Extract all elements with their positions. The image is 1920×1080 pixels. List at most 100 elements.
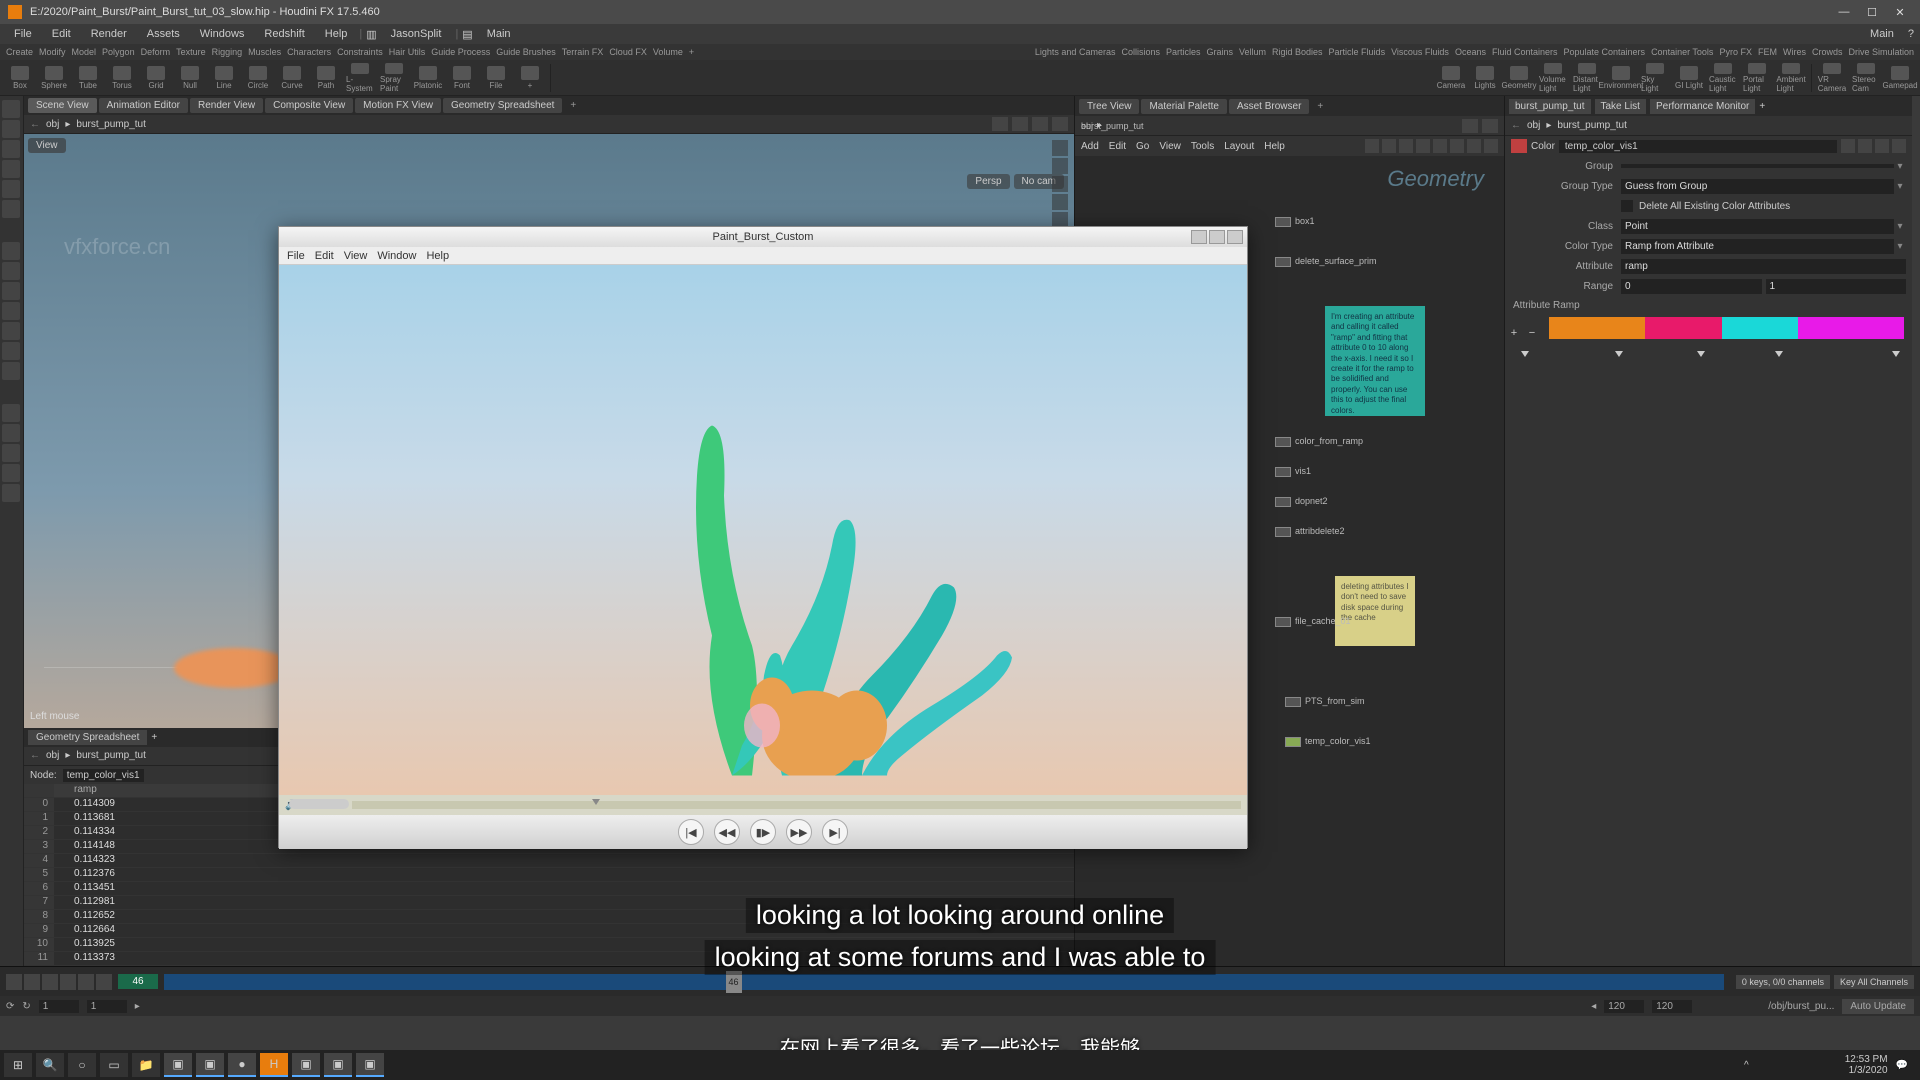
delete-checkbox[interactable] bbox=[1621, 200, 1633, 212]
play-pause-icon[interactable]: ▮▶ bbox=[750, 819, 776, 845]
menu-edit[interactable]: Edit bbox=[44, 28, 79, 40]
ramp-add-icon[interactable]: + bbox=[1505, 327, 1523, 339]
tool-gamepad[interactable]: Gamepad bbox=[1886, 63, 1914, 93]
chevron-down-icon[interactable]: ▾ bbox=[1894, 181, 1906, 192]
shelf-tab[interactable]: Guide Brushes bbox=[496, 47, 556, 57]
shelf-tab[interactable]: Container Tools bbox=[1651, 47, 1713, 57]
lasso-tool-icon[interactable] bbox=[2, 262, 20, 280]
tool-torus[interactable]: Torus bbox=[108, 63, 136, 93]
tab-asset-browser[interactable]: Asset Browser bbox=[1229, 99, 1309, 114]
tool-lsystem[interactable]: L-System bbox=[346, 63, 374, 93]
shelf-tab[interactable]: Model bbox=[72, 47, 97, 57]
mplay-titlebar[interactable]: Paint_Burst_Custom bbox=[279, 227, 1247, 247]
last-frame-icon[interactable] bbox=[96, 974, 112, 990]
crumb-node[interactable]: burst_pump_tut bbox=[1557, 120, 1627, 131]
range-min-field[interactable]: 0 bbox=[1621, 279, 1762, 294]
loop-icon[interactable]: ↻ bbox=[22, 1001, 30, 1012]
table-row[interactable]: 40.114323 bbox=[24, 854, 1074, 868]
shelf-tab[interactable]: Fluid Containers bbox=[1492, 47, 1558, 57]
shelf-tab[interactable]: Rigging bbox=[212, 47, 243, 57]
network-node[interactable]: box1 bbox=[1275, 216, 1315, 227]
shelf-tab[interactable]: Terrain FX bbox=[562, 47, 604, 57]
mplay-menu-file[interactable]: File bbox=[287, 250, 305, 262]
render-region-icon[interactable] bbox=[2, 322, 20, 340]
tab-take-list[interactable]: Take List bbox=[1595, 99, 1646, 114]
select-arrow-icon[interactable] bbox=[2, 242, 20, 260]
close-icon[interactable] bbox=[1227, 230, 1243, 244]
shelf-tab[interactable]: Wires bbox=[1783, 47, 1806, 57]
wifi-icon[interactable] bbox=[1801, 1058, 1815, 1072]
ramp-stop[interactable] bbox=[1798, 317, 1904, 339]
app-icon[interactable]: ▣ bbox=[324, 1053, 352, 1077]
shelf-tab[interactable]: Viscous Fluids bbox=[1391, 47, 1449, 57]
net-menu-add[interactable]: Add bbox=[1081, 141, 1099, 152]
tab-composite-view[interactable]: Composite View bbox=[265, 98, 353, 113]
crumb-btn-icon[interactable] bbox=[992, 117, 1008, 131]
first-frame-icon[interactable] bbox=[6, 974, 22, 990]
tool-grid[interactable]: Grid bbox=[142, 63, 170, 93]
tab-perfmon[interactable]: Performance Monitor bbox=[1650, 99, 1755, 114]
network-node[interactable]: temp_color_vis1 bbox=[1285, 736, 1371, 747]
shelf-tab[interactable]: Hair Utils bbox=[389, 47, 426, 57]
viewport-opt-icon[interactable] bbox=[1052, 158, 1068, 174]
search-icon[interactable] bbox=[1858, 139, 1872, 153]
task-view-icon[interactable]: ▭ bbox=[100, 1053, 128, 1077]
menu-file[interactable]: File bbox=[6, 28, 40, 40]
chevron-down-icon[interactable]: ▾ bbox=[1894, 241, 1906, 252]
net-opt-icon[interactable] bbox=[1365, 139, 1379, 153]
crumb-obj[interactable]: obj bbox=[46, 119, 59, 130]
snap-multi-icon[interactable] bbox=[2, 464, 20, 482]
step-fwd-icon[interactable]: ▶▶ bbox=[786, 819, 812, 845]
shelf-tab[interactable]: Muscles bbox=[248, 47, 281, 57]
net-menu-edit[interactable]: Edit bbox=[1109, 141, 1126, 152]
crumb-node[interactable]: burst_pump_tut bbox=[76, 119, 146, 130]
chevron-down-icon[interactable]: ▾ bbox=[1894, 221, 1906, 232]
menu-assets[interactable]: Assets bbox=[139, 28, 188, 40]
crumb-node[interactable]: burst_pump_tut bbox=[76, 750, 146, 761]
explorer-icon[interactable]: 📁 bbox=[132, 1053, 160, 1077]
shelf-tab[interactable]: Oceans bbox=[1455, 47, 1486, 57]
notifications-icon[interactable]: 💬 bbox=[1896, 1060, 1908, 1071]
view-tool-icon[interactable] bbox=[2, 302, 20, 320]
help-icon[interactable]: ? bbox=[1908, 28, 1914, 40]
colortype-dropdown[interactable]: Ramp from Attribute bbox=[1621, 239, 1894, 254]
tab-scene-view[interactable]: Scene View bbox=[28, 98, 97, 113]
tab-tree-view[interactable]: Tree View bbox=[1079, 99, 1139, 114]
play-reverse-icon[interactable] bbox=[42, 974, 58, 990]
crumb-btn-icon[interactable] bbox=[1052, 117, 1068, 131]
mplay-menu-edit[interactable]: Edit bbox=[315, 250, 334, 262]
crumb-back-icon[interactable]: ← bbox=[30, 119, 40, 130]
tab-plus-icon[interactable]: + bbox=[1759, 101, 1765, 112]
brush-tool-icon[interactable] bbox=[2, 282, 20, 300]
net-opt-icon[interactable] bbox=[1484, 139, 1498, 153]
mplay-window[interactable]: Paint_Burst_Custom File Edit View Window… bbox=[278, 226, 1248, 848]
select-tool-icon[interactable] bbox=[2, 100, 20, 118]
net-menu-help[interactable]: Help bbox=[1264, 141, 1285, 152]
app-icon[interactable]: ▣ bbox=[196, 1053, 224, 1077]
tool-sphere[interactable]: Sphere bbox=[40, 63, 68, 93]
first-frame-icon[interactable]: |◀ bbox=[678, 819, 704, 845]
help-icon[interactable] bbox=[1875, 139, 1889, 153]
shelf-tab[interactable]: Create bbox=[6, 47, 33, 57]
take-chooser-icon[interactable]: ▤ bbox=[462, 28, 472, 41]
tool-file[interactable]: File bbox=[482, 63, 510, 93]
tab-geo-spreadsheet[interactable]: Geometry Spreadsheet bbox=[443, 98, 562, 113]
snap-grid-icon[interactable] bbox=[2, 404, 20, 422]
net-menu-view[interactable]: View bbox=[1159, 141, 1181, 152]
ramp-stop[interactable] bbox=[1722, 317, 1799, 339]
shelf-tab[interactable]: Particles bbox=[1166, 47, 1201, 57]
shelf-tab[interactable]: Modify bbox=[39, 47, 66, 57]
view-menu-button[interactable]: View bbox=[28, 138, 66, 153]
tool-distantlight[interactable]: Distant Light bbox=[1573, 63, 1601, 93]
column-header[interactable]: ramp bbox=[54, 784, 154, 797]
network-node[interactable]: file_cache_01 bbox=[1275, 616, 1351, 627]
shelf-tab[interactable]: Rigid Bodies bbox=[1272, 47, 1323, 57]
table-row[interactable]: 50.112376 bbox=[24, 868, 1074, 882]
shelf-tab-plus[interactable]: + bbox=[689, 47, 694, 57]
shelf-tab[interactable]: Particle Fluids bbox=[1329, 47, 1386, 57]
mplay-zoom-slider[interactable] bbox=[289, 799, 349, 809]
desktop-chooser-icon[interactable]: ▥ bbox=[366, 28, 376, 41]
handle-tool-icon[interactable] bbox=[2, 180, 20, 198]
key-all-button[interactable]: Key All Channels bbox=[1834, 975, 1914, 989]
tool-lights[interactable]: Lights bbox=[1471, 63, 1499, 93]
